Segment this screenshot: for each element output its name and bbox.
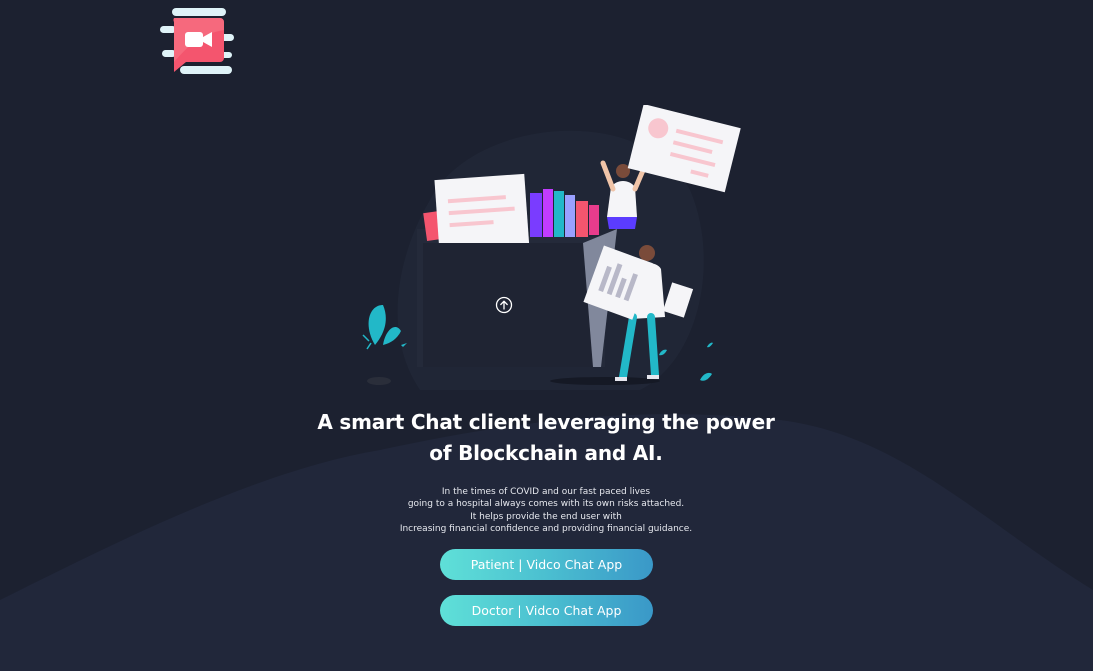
patient-app-button-label: Patient | Vidco Chat App bbox=[470, 557, 623, 572]
doctor-app-button[interactable]: Doctor | Vidco Chat App bbox=[440, 595, 653, 626]
team-files-illustration bbox=[362, 105, 741, 385]
ground-shadow bbox=[550, 377, 660, 385]
plant-left-icon bbox=[362, 305, 407, 350]
video-chat-logo-icon[interactable] bbox=[160, 6, 238, 78]
headline-line-1: A smart Chat client leveraging the power bbox=[317, 410, 775, 434]
presentation-card bbox=[627, 105, 741, 193]
hero-headline: A smart Chat client leveraging the power… bbox=[246, 407, 846, 469]
patient-app-button[interactable]: Patient | Vidco Chat App bbox=[440, 549, 653, 580]
upload-arrow-icon[interactable] bbox=[495, 296, 513, 314]
description-line: It helps provide the end user with bbox=[470, 511, 622, 522]
headline-line-2: of Blockchain and AI. bbox=[429, 441, 663, 465]
landing-page: A smart Chat client leveraging the power… bbox=[0, 0, 1093, 671]
description-line: In the times of COVID and our fast paced… bbox=[441, 487, 651, 497]
hero-description: In the times of COVID and our fast paced… bbox=[346, 486, 746, 535]
doctor-app-button-label: Doctor | Vidco Chat App bbox=[471, 603, 622, 618]
description-line: going to a hospital always comes with it… bbox=[407, 499, 685, 510]
color-swatches bbox=[530, 189, 599, 237]
description-line: Increasing financial confidence and prov… bbox=[399, 523, 693, 534]
